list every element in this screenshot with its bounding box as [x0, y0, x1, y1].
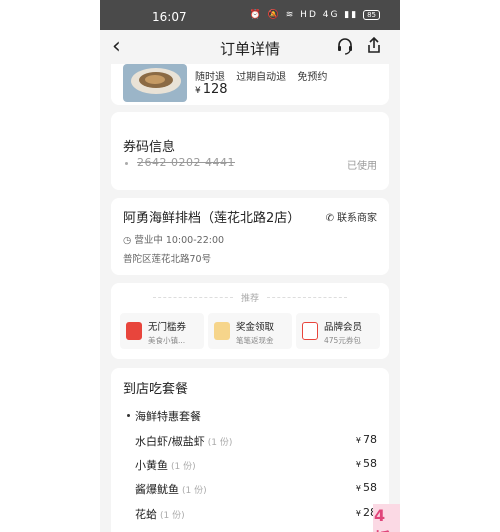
- currency-symbol: ¥: [195, 86, 201, 96]
- dish-name: 小黄鱼: [135, 459, 168, 472]
- recommend-item-subtitle: 475元券包: [324, 336, 361, 345]
- dish-qty: (1 份): [182, 486, 207, 496]
- phone-icon: ✆: [325, 213, 334, 224]
- status-indicator-icons: ⏰ 🔕 ≋ HD 4G ▮▮: [249, 10, 359, 20]
- recommend-item-title: 无门槛券: [148, 322, 187, 333]
- dish-price: ¥78: [355, 433, 377, 446]
- customer-service-icon[interactable]: [336, 37, 354, 59]
- coupon-code: 2642 0202 4441: [137, 156, 235, 169]
- dish-name: 水白虾/椒盐虾: [135, 435, 205, 448]
- recommend-item-coupon[interactable]: 无门槛券 美食小镇...: [120, 313, 204, 349]
- red-packet-icon: [302, 322, 318, 340]
- recommend-item-title: 品牌会员: [324, 322, 363, 333]
- contact-label: 联系商家: [337, 213, 377, 224]
- dish-name: 花蛤: [135, 508, 157, 521]
- coupon-card: 券码信息 2642 0202 4441 已使用: [111, 112, 389, 190]
- nav-bar: ‹ 订单详情: [100, 30, 400, 64]
- hours-text: 营业中 10:00-22:00: [134, 235, 225, 246]
- phone-screen: 16:07 ⏰ 🔕 ≋ HD 4G ▮▮ 85 ‹ 订单详情 随时退 过期自动退…: [100, 0, 400, 532]
- discount-badge[interactable]: 4折: [373, 504, 400, 532]
- status-time: 16:07: [152, 10, 187, 24]
- shop-address: 普陀区莲花北路70号: [123, 254, 212, 265]
- status-bar: 16:07 ⏰ 🔕 ≋ HD 4G ▮▮ 85: [100, 0, 400, 30]
- coupon-icon: [126, 322, 142, 340]
- dish-item: 小黄鱼 (1 份): [135, 457, 196, 473]
- recommend-item-bonus[interactable]: 奖金领取 笔笔返现金: [208, 313, 292, 349]
- package-card: 到店吃套餐 海鲜特惠套餐 水白虾/椒盐虾 (1 份) ¥78 小黄鱼 (1 份) ¥…: [111, 368, 389, 532]
- dish-name: 酱爆鱿鱼: [135, 483, 179, 496]
- coupon-title: 券码信息: [123, 140, 176, 155]
- dish-qty: (1 份): [160, 511, 185, 521]
- hand-coin-icon: [214, 322, 230, 340]
- product-tags: 随时退 过期自动退 免预约: [195, 68, 335, 83]
- dish-item: 花蛤 (1 份): [135, 506, 185, 522]
- product-card[interactable]: 随时退 过期自动退 免预约 ¥128: [111, 64, 389, 105]
- divider-right: [267, 297, 347, 298]
- product-price: ¥128: [195, 82, 228, 97]
- status-icons: ⏰ 🔕 ≋ HD 4G ▮▮ 85: [250, 10, 380, 20]
- price-value: 128: [202, 82, 228, 97]
- recommend-item-subtitle: 美食小镇...: [148, 336, 186, 345]
- share-icon[interactable]: [366, 36, 382, 58]
- recommend-item-title: 奖金领取: [236, 322, 275, 333]
- dish-item: 酱爆鱿鱼 (1 份): [135, 481, 207, 497]
- contact-merchant-button[interactable]: ✆ 联系商家: [326, 209, 377, 224]
- product-image: [123, 64, 187, 102]
- recommend-item-membership[interactable]: 品牌会员 475元券包: [296, 313, 380, 349]
- dish-qty: (1 份): [207, 438, 233, 448]
- recommend-card: 推荐 无门槛券 美食小镇... 奖金领取 笔笔返现金 品牌会员 475元券包: [111, 283, 389, 359]
- package-subtitle: 海鲜特惠套餐: [135, 410, 201, 423]
- shop-card[interactable]: 阿勇海鲜排档（莲花北路2店） ✆ 联系商家 ◷ 营业中 10:00-22:00 普…: [111, 198, 389, 275]
- tag-no-reservation: 免预约: [297, 72, 328, 83]
- battery-icon: 85: [363, 10, 380, 20]
- dish-qty: (1 份): [171, 462, 196, 472]
- page-title: 订单详情: [219, 40, 280, 58]
- bullet-dot: [127, 414, 130, 417]
- shop-name[interactable]: 阿勇海鲜排档（莲花北路2店）: [123, 207, 300, 226]
- bullet-dot: [125, 162, 128, 165]
- clock-icon: ◷: [123, 235, 132, 246]
- recommend-label: 推荐: [240, 294, 259, 304]
- tag-auto-refund: 过期自动退: [236, 72, 287, 83]
- package-header: 到店吃套餐: [123, 382, 189, 397]
- recommend-item-subtitle: 笔笔返现金: [236, 336, 274, 345]
- dish-item: 水白虾/椒盐虾 (1 份): [135, 433, 232, 449]
- shop-hours: ◷ 营业中 10:00-22:00: [123, 232, 224, 246]
- coupon-status: 已使用: [347, 161, 377, 172]
- dish-price: ¥58: [355, 457, 377, 470]
- dish-price: ¥58: [355, 481, 377, 494]
